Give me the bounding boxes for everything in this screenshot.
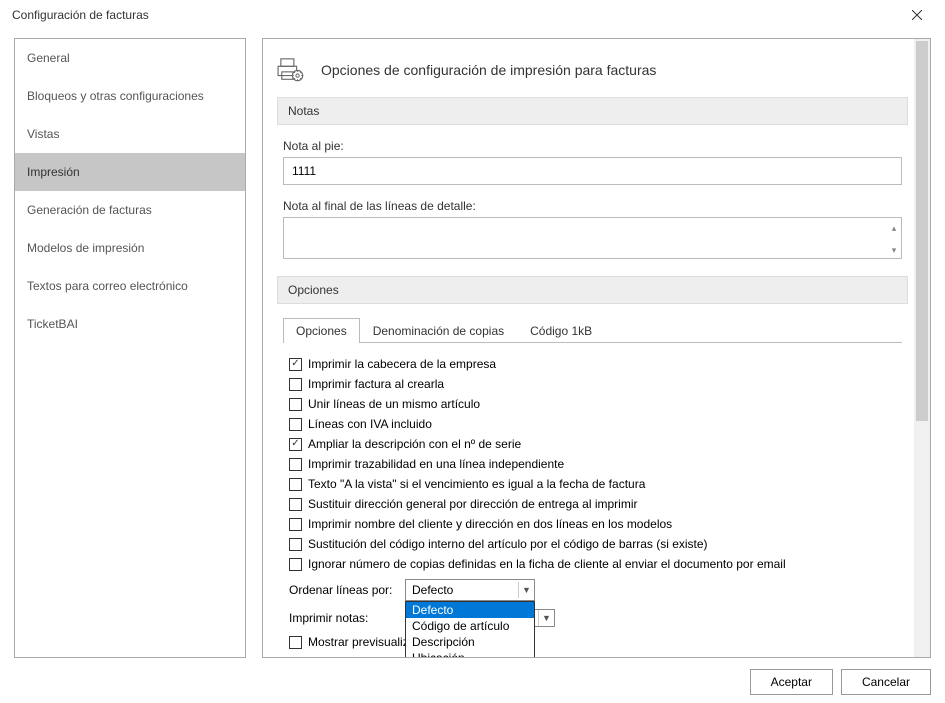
checkbox-6[interactable] bbox=[289, 478, 302, 491]
printer-settings-icon bbox=[277, 57, 307, 83]
sidebar: GeneralBloqueos y otras configuracionesV… bbox=[14, 38, 246, 658]
check-row-5[interactable]: Imprimir trazabilidad en una línea indep… bbox=[289, 457, 896, 471]
sidebar-item-7[interactable]: TicketBAI bbox=[15, 305, 245, 343]
footer-note-input[interactable] bbox=[283, 157, 902, 185]
textarea-spinner[interactable]: ▴ ▾ bbox=[887, 218, 901, 261]
check-row-0[interactable]: ✓ Imprimir la cabecera de la empresa bbox=[289, 357, 896, 371]
order-option-1[interactable]: Código de artículo bbox=[406, 618, 534, 634]
check-label-3: Líneas con IVA incluido bbox=[308, 417, 432, 431]
chevron-down-icon[interactable]: ▾ bbox=[887, 240, 901, 262]
accept-button[interactable]: Aceptar bbox=[750, 669, 833, 695]
sidebar-item-3[interactable]: Impresión bbox=[15, 153, 245, 191]
close-icon bbox=[912, 10, 922, 20]
tab-2[interactable]: Código 1kB bbox=[517, 318, 605, 343]
check-label-9: Sustitución del código interno del artíc… bbox=[308, 537, 708, 551]
chevron-down-icon[interactable]: ▼ bbox=[538, 610, 554, 626]
checkbox-8[interactable] bbox=[289, 518, 302, 531]
check-label-7: Sustituir dirección general por direcció… bbox=[308, 497, 637, 511]
checkbox-3[interactable] bbox=[289, 418, 302, 431]
main-panel: Opciones de configuración de impresión p… bbox=[262, 38, 931, 658]
tabs: OpcionesDenominación de copiasCódigo 1kB bbox=[283, 318, 902, 343]
chevron-up-icon[interactable]: ▴ bbox=[887, 218, 901, 240]
order-dropdown: DefectoCódigo de artículoDescripciónUbic… bbox=[405, 601, 535, 657]
check-label-2: Unir líneas de un mismo artículo bbox=[308, 397, 480, 411]
checkbox-1[interactable] bbox=[289, 378, 302, 391]
close-button[interactable] bbox=[897, 1, 937, 29]
checkbox-10[interactable] bbox=[289, 558, 302, 571]
tab-1[interactable]: Denominación de copias bbox=[360, 318, 517, 343]
check-label-4: Ampliar la descripción con el nº de seri… bbox=[308, 437, 521, 451]
preview-label: Mostrar previsualiz bbox=[308, 635, 409, 649]
sidebar-item-2[interactable]: Vistas bbox=[15, 115, 245, 153]
check-label-0: Imprimir la cabecera de la empresa bbox=[308, 357, 496, 371]
scrollbar-thumb[interactable] bbox=[916, 41, 928, 421]
sidebar-item-0[interactable]: General bbox=[15, 39, 245, 77]
check-row-2[interactable]: Unir líneas de un mismo artículo bbox=[289, 397, 896, 411]
check-row-10[interactable]: Ignorar número de copias definidas en la… bbox=[289, 557, 896, 571]
check-row-1[interactable]: Imprimir factura al crearla bbox=[289, 377, 896, 391]
check-label-5: Imprimir trazabilidad en una línea indep… bbox=[308, 457, 564, 471]
section-notas-header: Notas bbox=[277, 97, 908, 125]
window-title: Configuración de facturas bbox=[12, 8, 149, 22]
cancel-button[interactable]: Cancelar bbox=[841, 669, 931, 695]
check-row-7[interactable]: Sustituir dirección general por direcció… bbox=[289, 497, 896, 511]
sidebar-item-1[interactable]: Bloqueos y otras configuraciones bbox=[15, 77, 245, 115]
order-value: Defecto bbox=[412, 583, 453, 597]
check-row-9[interactable]: Sustitución del código interno del artíc… bbox=[289, 537, 896, 551]
sidebar-item-6[interactable]: Textos para correo electrónico bbox=[15, 267, 245, 305]
detail-note-label: Nota al final de las líneas de detalle: bbox=[283, 199, 902, 213]
check-row-3[interactable]: Líneas con IVA incluido bbox=[289, 417, 896, 431]
preview-row[interactable]: Mostrar previsualiz bbox=[289, 635, 896, 649]
check-label-10: Ignorar número de copias definidas en la… bbox=[308, 557, 786, 571]
page-title: Opciones de configuración de impresión p… bbox=[321, 62, 656, 78]
check-row-6[interactable]: Texto "A la vista" si el vencimiento es … bbox=[289, 477, 896, 491]
checkbox-0[interactable]: ✓ bbox=[289, 358, 302, 371]
sidebar-item-5[interactable]: Modelos de impresión bbox=[15, 229, 245, 267]
footer-note-label: Nota al pie: bbox=[283, 139, 902, 153]
detail-note-textarea[interactable] bbox=[283, 217, 902, 259]
checkbox-7[interactable] bbox=[289, 498, 302, 511]
checkbox-2[interactable] bbox=[289, 398, 302, 411]
order-option-0[interactable]: Defecto bbox=[406, 602, 534, 618]
check-row-8[interactable]: Imprimir nombre del cliente y dirección … bbox=[289, 517, 896, 531]
sidebar-item-4[interactable]: Generación de facturas bbox=[15, 191, 245, 229]
order-select[interactable]: Defecto▼DefectoCódigo de artículoDescrip… bbox=[405, 579, 535, 601]
tab-0[interactable]: Opciones bbox=[283, 318, 360, 343]
check-label-6: Texto "A la vista" si el vencimiento es … bbox=[308, 477, 645, 491]
scrollbar[interactable] bbox=[914, 39, 930, 657]
checkbox-9[interactable] bbox=[289, 538, 302, 551]
checkbox-5[interactable] bbox=[289, 458, 302, 471]
check-row-4[interactable]: ✓ Ampliar la descripción con el nº de ser… bbox=[289, 437, 896, 451]
check-label-8: Imprimir nombre del cliente y dirección … bbox=[308, 517, 672, 531]
order-label: Ordenar líneas por: bbox=[289, 583, 395, 597]
order-option-3[interactable]: Ubicación bbox=[406, 650, 534, 657]
checkbox-4[interactable]: ✓ bbox=[289, 438, 302, 451]
notes-label: Imprimir notas: bbox=[289, 611, 395, 625]
order-option-2[interactable]: Descripción bbox=[406, 634, 534, 650]
preview-checkbox[interactable] bbox=[289, 636, 302, 649]
section-opciones-header: Opciones bbox=[277, 276, 908, 304]
check-label-1: Imprimir factura al crearla bbox=[308, 377, 444, 391]
chevron-down-icon[interactable]: ▼ bbox=[518, 582, 534, 598]
